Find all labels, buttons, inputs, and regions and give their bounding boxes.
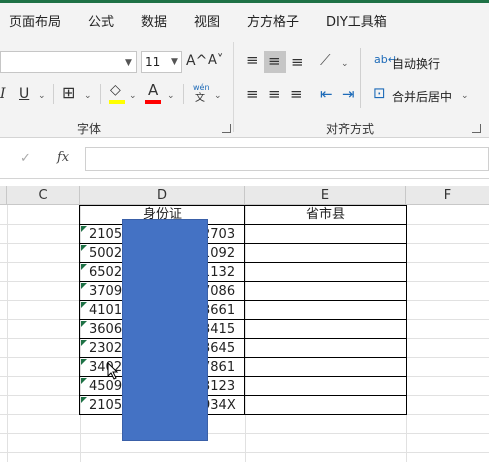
align-middle-icon: ≡ <box>268 52 281 70</box>
text-number-indicator[interactable] <box>81 264 87 270</box>
tab-fangfang[interactable]: 方方格子 <box>247 11 299 30</box>
align-top-icon[interactable]: ≡ <box>246 53 259 68</box>
divider <box>360 48 361 108</box>
text-number-indicator[interactable] <box>81 226 87 232</box>
text-number-indicator[interactable] <box>81 283 87 289</box>
merge-center-icon[interactable]: ⊡ <box>373 86 386 101</box>
text-number-indicator[interactable] <box>81 378 87 384</box>
font-name-combo[interactable] <box>0 51 137 73</box>
chevron-down-icon: ▼ <box>171 57 178 67</box>
align-middle-active[interactable]: ≡ <box>264 51 286 73</box>
id-prefix: 6502 <box>89 265 123 280</box>
tab-data[interactable]: 数据 <box>141 11 167 30</box>
id-prefix: 4509 <box>89 379 123 394</box>
phonetic-icon[interactable]: wén <box>193 84 210 92</box>
chevron-down-icon[interactable]: ⌄ <box>461 91 469 101</box>
mouse-cursor-icon <box>107 362 119 380</box>
tab-formulas[interactable]: 公式 <box>88 11 114 30</box>
formula-bar: ✓ fx <box>0 139 489 179</box>
align-right-icon[interactable]: ≡ <box>290 87 303 102</box>
wrap-text-label[interactable]: 自动换行 <box>392 55 440 72</box>
chevron-down-icon[interactable]: ⌄ <box>129 91 137 101</box>
column-header-c[interactable]: C <box>7 186 80 205</box>
row-header-corner[interactable] <box>0 186 7 205</box>
chevron-down-icon[interactable]: ⌄ <box>84 91 92 101</box>
align-bottom-icon[interactable]: ≡ <box>291 55 304 70</box>
formula-input[interactable] <box>85 147 489 171</box>
group-separator <box>233 42 234 132</box>
tab-page-layout[interactable]: 页面布局 <box>9 11 61 30</box>
fill-color-bar <box>109 100 125 104</box>
ribbon: ▼ 11 ▼ A^ A˅ I U ⌄ ⊞ ⌄ ◇ ⌄ A ⌄ wén 文 ⌄ 字… <box>0 34 489 138</box>
font-group-label: 字体 <box>77 122 102 136</box>
text-number-indicator[interactable] <box>81 321 87 327</box>
chevron-down-icon[interactable]: ⌄ <box>341 59 349 69</box>
italic-icon[interactable]: I <box>0 87 6 101</box>
merge-center-label[interactable]: 合并后居中 <box>392 88 452 105</box>
phonetic-char: 文 <box>195 93 205 104</box>
id-prefix: 3709 <box>89 284 123 299</box>
column-header-d[interactable]: D <box>80 186 245 205</box>
gridline <box>0 452 489 453</box>
orientation-icon[interactable]: ⟋ <box>320 53 331 68</box>
chevron-down-icon[interactable]: ⌄ <box>38 91 46 101</box>
id-prefix: 2105 <box>89 227 123 242</box>
fill-color-icon[interactable]: ◇ <box>110 83 121 97</box>
divider <box>100 84 101 104</box>
text-number-indicator[interactable] <box>81 359 87 365</box>
decrease-indent-icon[interactable]: ⇤ <box>320 87 333 102</box>
column-header-f[interactable]: F <box>406 186 489 205</box>
gridline <box>0 433 489 434</box>
text-number-indicator[interactable] <box>81 245 87 251</box>
underline-icon[interactable]: U <box>19 87 29 101</box>
shrink-font-icon[interactable]: A˅ <box>208 54 223 67</box>
increase-indent-icon[interactable]: ⇥ <box>342 87 355 102</box>
insert-function-icon[interactable]: fx <box>57 150 69 165</box>
chevron-down-icon[interactable]: ⌄ <box>167 91 175 101</box>
text-number-indicator[interactable] <box>81 340 87 346</box>
header-province-city-county[interactable]: 省市县 <box>245 205 406 224</box>
divider <box>183 84 184 104</box>
font-color-icon[interactable]: A <box>148 83 158 98</box>
id-prefix: 4101 <box>89 303 123 318</box>
redaction-box <box>122 219 208 441</box>
ribbon-tab-bar: 页面布局 公式 数据 视图 方方格子 DIY工具箱 <box>0 0 489 34</box>
tab-view[interactable]: 视图 <box>194 11 220 30</box>
id-prefix: 2302 <box>89 341 123 356</box>
text-number-indicator[interactable] <box>81 397 87 403</box>
align-dialog-launcher-icon[interactable] <box>472 124 481 133</box>
tab-diy-toolbox[interactable]: DIY工具箱 <box>326 11 387 30</box>
align-group-label: 对齐方式 <box>326 122 375 136</box>
font-size-value: 11 <box>145 55 161 69</box>
cancel-icon[interactable]: ✓ <box>20 151 31 166</box>
column-header-e[interactable]: E <box>245 186 406 205</box>
text-number-indicator[interactable] <box>81 302 87 308</box>
grow-font-icon[interactable]: A^ <box>186 54 207 68</box>
id-prefix: 5002 <box>89 246 123 261</box>
id-prefix: 2105 <box>89 398 123 413</box>
font-size-combo[interactable]: 11 ▼ <box>141 51 182 73</box>
align-center-icon[interactable]: ≡ <box>268 87 281 102</box>
borders-icon[interactable]: ⊞ <box>62 85 75 101</box>
divider <box>53 84 54 104</box>
chevron-down-icon[interactable]: ▼ <box>125 58 132 68</box>
font-color-bar <box>145 100 161 104</box>
id-prefix: 3606 <box>89 322 123 337</box>
font-dialog-launcher-icon[interactable] <box>222 124 231 133</box>
align-left-icon[interactable]: ≡ <box>246 87 259 102</box>
chevron-down-icon[interactable]: ⌄ <box>214 91 222 101</box>
